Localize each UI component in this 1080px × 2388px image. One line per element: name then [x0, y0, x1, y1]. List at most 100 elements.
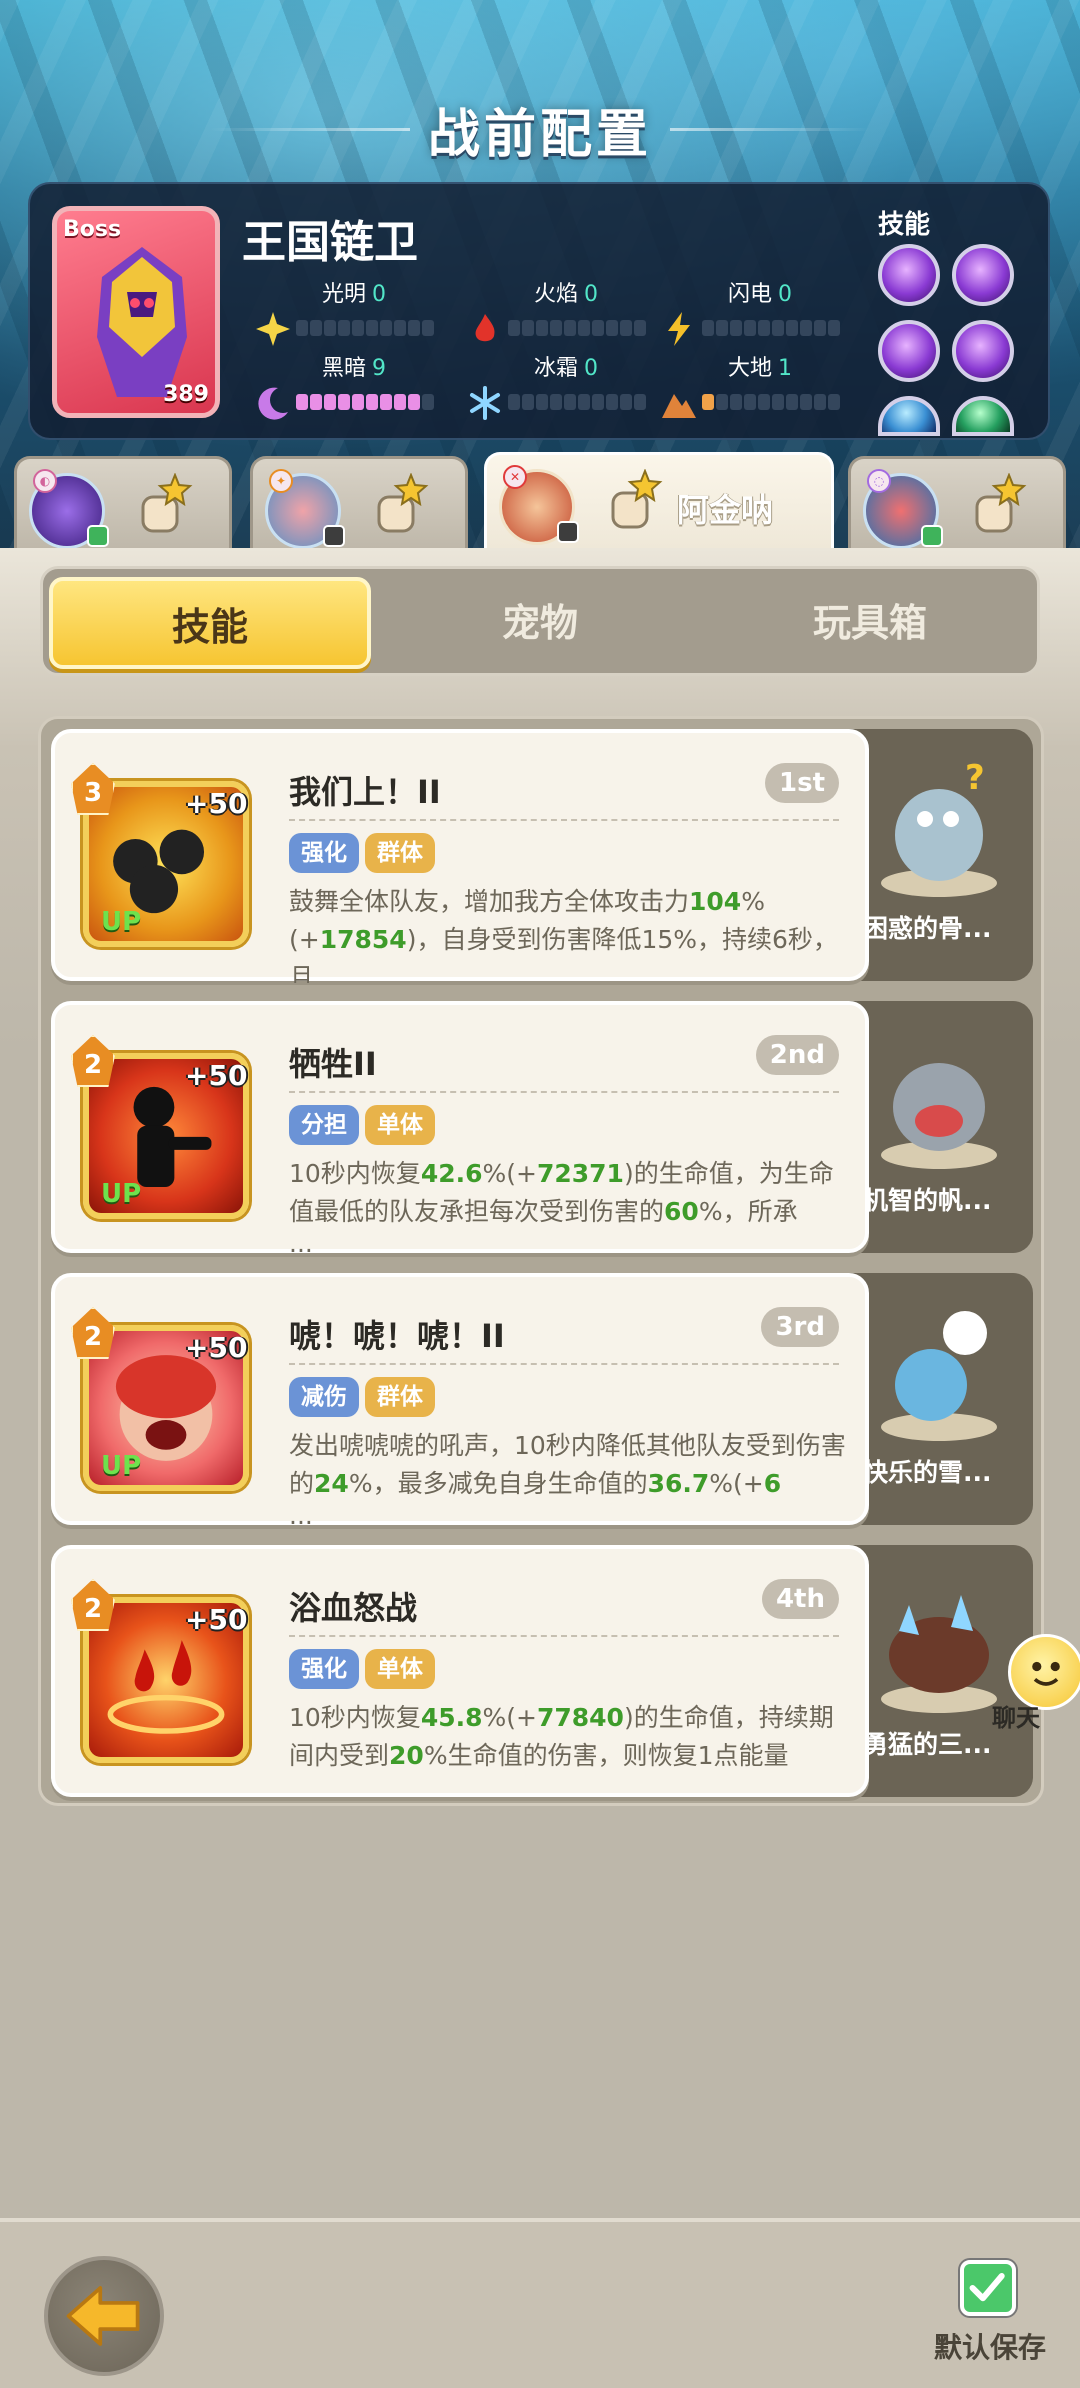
hero-tab-4[interactable]: ◌	[848, 456, 1066, 548]
element-bar-segment	[408, 320, 420, 336]
boss-skill-orb[interactable]	[878, 396, 940, 436]
chat-badge-icon	[921, 525, 943, 547]
element-bar-segment	[620, 394, 632, 410]
boss-skill-orb[interactable]	[952, 244, 1014, 306]
element-bar-segment	[730, 394, 742, 410]
element-bar-segment	[578, 320, 590, 336]
element-bar-segment	[592, 320, 604, 336]
chat-badge-icon	[87, 525, 109, 547]
element-value: 0	[584, 356, 599, 381]
element-bar-segment	[702, 394, 714, 410]
element-bar-segment	[550, 394, 562, 410]
header-banner: 战前配置 Boss 389 王国链卫 光明 0 火焰 0 闪电 0 黑暗 9 冰…	[0, 0, 1080, 548]
element-bar-segment	[772, 320, 784, 336]
element-bar	[296, 320, 434, 336]
category-tabs: 技能 宠物 玩具箱	[40, 566, 1040, 676]
element-bar-segment	[508, 320, 520, 336]
element-bar-segment	[716, 320, 728, 336]
element-bar-segment	[422, 394, 434, 410]
skill-tag: 强化	[289, 1649, 359, 1689]
default-save-checkbox[interactable]	[960, 2260, 1016, 2316]
boss-tag: Boss	[63, 217, 122, 242]
element-bar-segment	[310, 320, 322, 336]
element-bar-segment	[296, 320, 308, 336]
boss-skill-orb[interactable]	[952, 396, 1014, 436]
description-ellipsis: ...	[289, 1501, 313, 1527]
hand-star-icon	[141, 473, 193, 533]
element-bar-segment	[634, 394, 646, 410]
element-bar-segment	[786, 320, 798, 336]
skill-level-badge: 2	[71, 1579, 115, 1631]
tab-toybox[interactable]: 玩具箱	[709, 577, 1031, 669]
hero-tab-1[interactable]: ◐	[14, 456, 232, 548]
description-fragment: 24	[314, 1469, 349, 1498]
main-content: 技能 宠物 玩具箱 ? 困惑的骨... 3 +50 UP 我们上！II 1st …	[0, 548, 1080, 2218]
element-badge: ✕	[503, 465, 527, 489]
element-bar-segment	[786, 394, 798, 410]
skill-level-badge: 2	[71, 1307, 115, 1359]
mountain-icon	[662, 394, 696, 418]
element-label: 冰霜	[534, 356, 579, 381]
element-bar-segment	[730, 320, 742, 336]
element-bar-segment	[536, 320, 548, 336]
element-bar-segment	[394, 320, 406, 336]
hero-tab-2[interactable]: ✦	[250, 456, 468, 548]
element-bar-segment	[744, 394, 756, 410]
divider	[289, 819, 839, 821]
boss-skill-orb[interactable]	[952, 320, 1014, 382]
skill-card[interactable]: ? 困惑的骨... 3 +50 UP 我们上！II 1st 强化 群体 鼓舞全体…	[51, 729, 1037, 983]
snowflake-icon	[470, 386, 500, 420]
element-bar-segment	[522, 320, 534, 336]
description-fragment: 72371	[536, 1159, 624, 1188]
element-bar-segment	[394, 394, 406, 410]
skill-rank: 4th	[761, 1579, 839, 1619]
element-value: 9	[372, 356, 387, 381]
pet-name: 快乐的雪...	[863, 1458, 992, 1487]
skill-card-body: 3 +50 UP 我们上！II 1st 强化 群体 鼓舞全体队友，增加我方全体攻…	[51, 729, 869, 983]
element-value: 1	[778, 356, 793, 381]
description-fragment: 45.8	[420, 1703, 483, 1732]
element-bar-segment	[522, 394, 534, 410]
element-bar-segment	[380, 394, 392, 410]
hero-tab-3[interactable]: ✕ 阿金呐	[484, 452, 834, 548]
skill-level-badge: 2	[71, 1035, 115, 1087]
element-bar-segment	[620, 320, 632, 336]
description-fragment: 36.7	[647, 1469, 710, 1498]
skill-plus: +50	[185, 1603, 248, 1636]
element-bar-segment	[536, 394, 548, 410]
back-button[interactable]	[44, 2256, 164, 2376]
boss-portrait[interactable]: Boss 389	[52, 206, 220, 418]
skill-tag: 强化	[289, 833, 359, 873]
pet-name: 机智的帆...	[863, 1186, 992, 1215]
element-bar-segment	[828, 394, 840, 410]
skill-card[interactable]: 快乐的雪... 2 +50 UP 唬！唬！唬！II 3rd 减伤 群体 发出唬唬…	[51, 1273, 1037, 1527]
element-label: 黑暗	[322, 356, 367, 381]
element-bar-segment	[758, 394, 770, 410]
element-bar-segment	[606, 394, 618, 410]
description-fragment: %生命值的伤害，则恢复1点能量	[423, 1741, 789, 1770]
element-bar-segment	[814, 394, 826, 410]
element-bar-segment	[366, 320, 378, 336]
skill-card[interactable]: 机智的帆... 2 +50 UP 牺牲II 2nd 分担 单体 10秒内恢复42…	[51, 1001, 1037, 1255]
default-save-label: 默认保存	[934, 2331, 1047, 2364]
boss-skill-orb[interactable]	[878, 320, 940, 382]
hero-name: 阿金呐	[677, 491, 774, 529]
description-fragment: 77840	[536, 1703, 624, 1732]
skill-plus: +50	[185, 1059, 248, 1092]
flame-icon	[475, 314, 495, 342]
description-fragment: %，最多减免自身生命值的	[348, 1469, 648, 1498]
element-fire: 火焰 0	[468, 276, 668, 346]
skill-card[interactable]: 勇猛的三... 2 +50 浴血怒战 4th 强化 单体 10秒内恢复45.8%…	[51, 1545, 1037, 1797]
boss-skill-orb[interactable]	[878, 244, 940, 306]
skill-plus: +50	[185, 1331, 248, 1364]
divider	[289, 1091, 839, 1093]
skill-rank: 1st	[765, 763, 839, 803]
description-fragment: %，所承	[698, 1197, 798, 1226]
tab-pets[interactable]: 宠物	[379, 577, 701, 669]
element-bar-segment	[550, 320, 562, 336]
skill-tag: 群体	[365, 1377, 435, 1417]
description-fragment: 60	[664, 1197, 699, 1226]
tab-skills[interactable]: 技能	[49, 577, 371, 669]
svg-text:?: ?	[965, 758, 985, 798]
hand-star-icon	[975, 473, 1027, 533]
